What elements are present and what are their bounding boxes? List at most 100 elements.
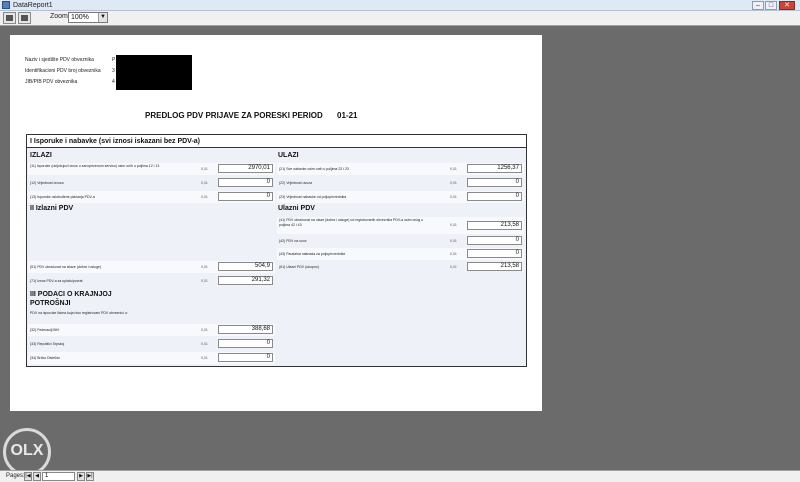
field-row-13: (13) Isporuke oslobođene plaćanja PDV-a … <box>28 191 275 203</box>
field-label: (32) Federaciji BiH <box>30 328 59 332</box>
field-code: 0,01 <box>201 328 208 332</box>
pages-label: Pages: <box>6 473 25 479</box>
taxpayer-jib-label: JIB/PIB PDV obveznika <box>25 79 78 85</box>
report-title-text: PREDLOG PDV PRIJAVE ZA PORESKI PERIOD <box>145 111 323 120</box>
field-label: (13) Isporuke oslobođene plaćanja PDV-a <box>30 195 95 199</box>
toolbar: Zoom 100% ▼ <box>0 11 800 26</box>
maximize-button[interactable]: □ <box>765 1 777 10</box>
field-label: (61) Ulazni PDV (ukupno) <box>279 265 319 269</box>
pdv-form: I Isporuke i nabavke (svi iznosi iskazan… <box>26 134 527 367</box>
field-code: 0,01 <box>450 195 457 199</box>
field-row-42: (42) PDV na uvoz 0,01 0 <box>277 235 524 247</box>
zoom-label: Zoom <box>50 13 68 20</box>
print-button[interactable] <box>3 12 16 24</box>
field-32-input[interactable]: 388,68 <box>218 325 273 334</box>
field-41-input[interactable]: 213,58 <box>467 221 522 230</box>
field-label: (43) Paušalna naknada za poljoprivrednik… <box>279 252 346 256</box>
last-page-button[interactable]: ▶| <box>86 472 94 481</box>
minimize-button[interactable]: – <box>752 1 764 10</box>
report-viewport[interactable]: Naziv i sjedište PDV obveznika P Identif… <box>0 27 800 470</box>
field-code: 0,01 <box>201 181 208 185</box>
prev-page-button[interactable]: ◀ <box>33 472 41 481</box>
field-label: (33) Republici Srpskoj <box>30 342 65 346</box>
field-code: 0,01 <box>201 195 208 199</box>
field-51-input[interactable]: 504,9 <box>218 262 273 271</box>
field-11-input[interactable]: 2970,01 <box>218 164 273 173</box>
watermark-text: OLX <box>10 442 44 459</box>
zoom-value: 100% <box>71 14 89 21</box>
krajnja-potrosnja-title: III PODACI O KRAJNJOJ POTROŠNJI <box>30 291 112 307</box>
field-row-11: (11) Isporuke (uključujući iznos u zanop… <box>28 163 275 175</box>
field-12-input[interactable]: 0 <box>218 178 273 187</box>
field-label: (51) PDV obračunat na izlaze (dobra i us… <box>30 265 102 269</box>
field-row-41: (41) PDV obračunat na ulaze (dobra i usl… <box>277 217 524 234</box>
ulazni-pdv-title: Ulazni PDV <box>278 205 315 212</box>
window-title: DataReport1 <box>13 2 53 9</box>
field-row-43: (43) Paušalna naknada za poljoprivrednik… <box>277 248 524 260</box>
izlazi-title: IZLAZI <box>30 152 52 159</box>
page-number-input[interactable]: 1 <box>42 472 75 481</box>
field-label: (12) Vrijednost izvoza <box>30 181 64 185</box>
export-button[interactable] <box>18 12 31 24</box>
ulazi-title: ULAZI <box>278 152 299 159</box>
report-title: PREDLOG PDV PRIJAVE ZA PORESKI PERIOD 01… <box>145 111 358 120</box>
field-label: (34) Brčko Distriktu <box>30 356 60 360</box>
field-code: 0,01 <box>450 252 457 256</box>
field-42-input[interactable]: 0 <box>467 236 522 245</box>
next-page-button[interactable]: ▶ <box>77 472 85 481</box>
export-icon <box>21 15 28 21</box>
field-22-input[interactable]: 0 <box>467 178 522 187</box>
statusbar: Pages: |◀ ◀ 1 ▶ ▶| <box>0 470 800 482</box>
print-icon <box>6 15 13 21</box>
field-code: 0,01 <box>201 279 208 283</box>
field-row-34: (34) Brčko Distriktu 0,01 0 <box>28 352 275 364</box>
field-code: 0,01 <box>450 239 457 243</box>
field-code: 0,01 <box>450 223 457 227</box>
field-code: 0,01 <box>201 342 208 346</box>
field-row-12: (12) Vrijednost izvoza 0,01 0 <box>28 177 275 189</box>
report-page: Naziv i sjedište PDV obveznika P Identif… <box>10 35 542 411</box>
taxpayer-name-label: Naziv i sjedište PDV obveznika <box>25 57 94 63</box>
close-button[interactable]: ✕ <box>779 1 795 10</box>
chevron-down-icon[interactable]: ▼ <box>98 13 107 22</box>
report-period: 01-21 <box>337 111 358 120</box>
taxpayer-pdv-label: Identifikacioni PDV broj obveznika <box>25 68 101 74</box>
field-code: 0,01 <box>450 167 457 171</box>
field-23-input[interactable]: 0 <box>467 192 522 201</box>
field-label: (71) Iznos PDV-a za uplatu/povrat <box>30 279 83 283</box>
first-page-button[interactable]: |◀ <box>24 472 32 481</box>
krajnja-note: PDV na isporuke licima koja nisu registr… <box>30 311 128 315</box>
field-row-21: (21) Sve nabavke osim onih u poljima 22 … <box>277 163 524 175</box>
field-33-input[interactable]: 0 <box>218 339 273 348</box>
field-13-input[interactable]: 0 <box>218 192 273 201</box>
app-icon <box>2 1 10 9</box>
field-34-input[interactable]: 0 <box>218 353 273 362</box>
field-label: (11) Isporuke (uključujući iznos u zanop… <box>30 164 160 168</box>
taxpayer-jib-value: 4 <box>112 79 115 85</box>
field-label: (21) Sve nabavke osim onih u poljima 22 … <box>279 167 349 171</box>
olx-watermark: OLX <box>3 428 51 476</box>
field-code: 0,01 <box>201 356 208 360</box>
field-code: 0,01 <box>450 181 457 185</box>
form-section-header: I Isporuke i nabavke (svi iznosi iskazan… <box>27 135 526 148</box>
field-row-71: (71) Iznos PDV-a za uplatu/povrat 0,01 2… <box>28 275 275 287</box>
field-row-33: (33) Republici Srpskoj 0,01 0 <box>28 338 275 350</box>
redaction-box <box>116 55 192 90</box>
field-43-input[interactable]: 0 <box>467 249 522 258</box>
field-row-32: (32) Federaciji BiH 0,01 388,68 <box>28 324 275 336</box>
field-code: 0,01 <box>201 265 208 269</box>
field-row-23: (23) Vrijednost nabavke od poljoprivredn… <box>277 191 524 203</box>
field-61-input[interactable]: 213,58 <box>467 262 522 271</box>
field-row-22: (22) Vrijednost uvoza 0,01 0 <box>277 177 524 189</box>
field-label: (42) PDV na uvoz <box>279 239 307 243</box>
field-code: 0,01 <box>201 167 208 171</box>
field-label: (22) Vrijednost uvoza <box>279 181 312 185</box>
field-label: (41) PDV obračunat na ulaze (dobra i usl… <box>279 218 424 227</box>
zoom-select[interactable]: 100% ▼ <box>68 12 108 23</box>
window-titlebar: DataReport1 – □ ✕ <box>0 0 800 11</box>
izlazni-pdv-title: II Izlazni PDV <box>30 205 74 212</box>
field-71-input[interactable]: 291,32 <box>218 276 273 285</box>
field-row-51: (51) PDV obračunat na izlaze (dobra i us… <box>28 261 275 273</box>
field-21-input[interactable]: 1256,37 <box>467 164 522 173</box>
field-label: (23) Vrijednost nabavke od poljoprivredn… <box>279 195 347 199</box>
